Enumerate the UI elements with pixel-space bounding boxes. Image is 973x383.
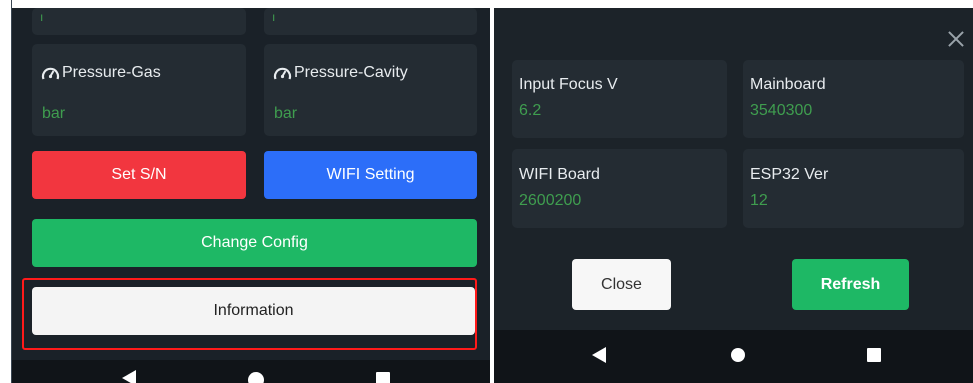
info-tile: Mainboard 3540300 <box>743 60 964 138</box>
settings-panel: ı ı Pressure-Gas bar Pressure-Cavity bar <box>11 0 490 383</box>
partial-value-mark: ı <box>272 10 276 24</box>
info-tile-title: Input Focus V <box>519 76 618 93</box>
partial-tile-left: ı <box>32 8 246 35</box>
home-icon[interactable] <box>731 348 745 362</box>
set-sn-button[interactable]: Set S/N <box>32 151 246 199</box>
gauge-icon <box>273 67 292 79</box>
close-icon[interactable] <box>945 28 967 50</box>
info-tile-value: 6.2 <box>519 102 542 119</box>
recents-icon[interactable] <box>867 348 881 362</box>
pressure-cavity-tile: Pressure-Cavity bar <box>264 44 477 136</box>
change-config-button[interactable]: Change Config <box>32 219 477 267</box>
info-tile: ESP32 Ver 12 <box>743 149 964 228</box>
info-tile: Input Focus V 6.2 <box>512 60 727 138</box>
recents-icon[interactable] <box>376 372 390 383</box>
pressure-gas-label: Pressure-Gas <box>62 64 161 81</box>
pressure-cavity-title: Pressure-Cavity <box>273 64 408 82</box>
back-icon[interactable] <box>592 347 606 363</box>
nav-bar <box>494 330 973 383</box>
top-strip <box>494 0 973 8</box>
back-icon[interactable] <box>122 370 136 383</box>
info-tile-value: 3540300 <box>750 102 813 119</box>
pressure-gas-unit: bar <box>42 105 66 122</box>
info-tile-value: 12 <box>750 192 768 209</box>
info-tile: WIFI Board 2600200 <box>512 149 727 228</box>
pressure-cavity-label: Pressure-Cavity <box>294 64 408 81</box>
partial-tile-right: ı <box>264 8 477 35</box>
highlight-box <box>22 278 477 350</box>
info-tile-title: Mainboard <box>750 76 826 93</box>
info-tile-title: ESP32 Ver <box>750 166 829 183</box>
pressure-cavity-unit: bar <box>274 105 298 122</box>
info-tile-value: 2600200 <box>519 192 582 209</box>
info-tile-title: WIFI Board <box>519 166 600 183</box>
wifi-setting-button[interactable]: WIFI Setting <box>264 151 477 199</box>
gauge-icon <box>41 67 60 79</box>
top-strip <box>12 0 490 8</box>
partial-value-mark: ı <box>40 10 44 24</box>
nav-bar <box>12 360 490 383</box>
home-icon[interactable] <box>248 372 264 383</box>
pressure-gas-title: Pressure-Gas <box>41 64 161 82</box>
information-dialog: Input Focus V 6.2 Mainboard 3540300 WIFI… <box>494 0 973 383</box>
refresh-button[interactable]: Refresh <box>792 259 909 310</box>
pressure-gas-tile: Pressure-Gas bar <box>32 44 246 136</box>
close-button[interactable]: Close <box>572 259 671 310</box>
